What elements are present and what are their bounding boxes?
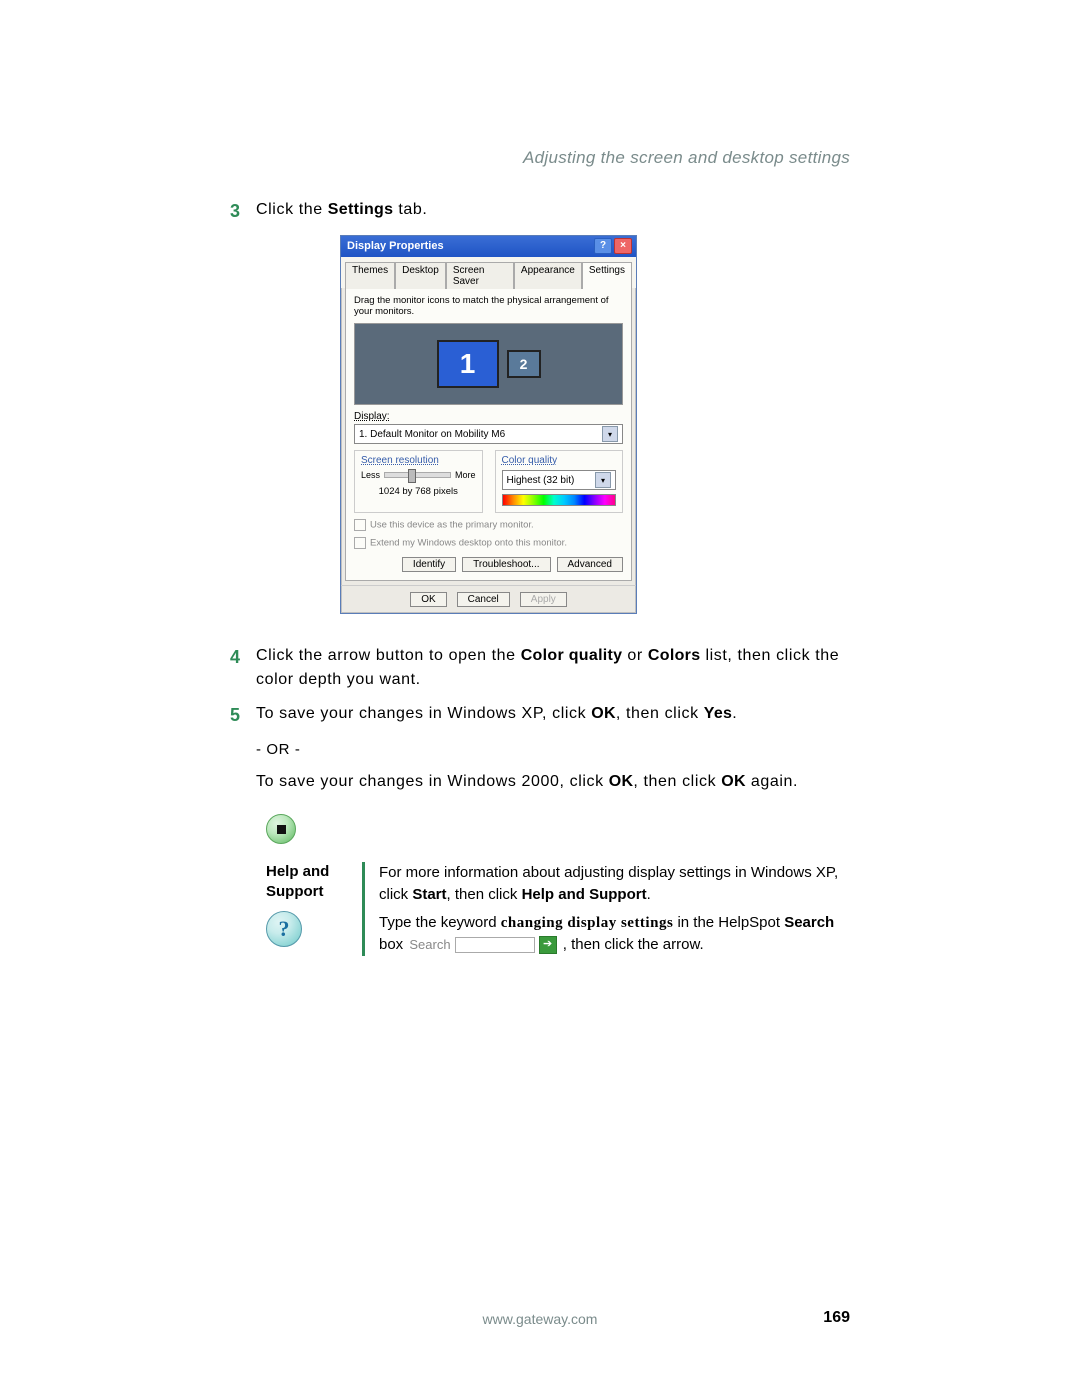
tab-appearance[interactable]: Appearance — [514, 262, 582, 289]
display-label: Display: — [354, 411, 623, 422]
end-of-procedure-marker — [266, 814, 850, 844]
tab-screen-saver[interactable]: Screen Saver — [446, 262, 514, 289]
bold-ok: OK — [609, 773, 634, 790]
cancel-button[interactable]: Cancel — [457, 592, 510, 607]
or-divider: - OR - — [256, 741, 850, 758]
step-3: 3 Click the Settings tab. — [230, 198, 850, 225]
checkbox-label: Extend my Windows desktop onto this moni… — [370, 538, 567, 549]
step-number: 5 — [230, 702, 256, 729]
help-and-support-box: Help and Support ? For more information … — [266, 862, 850, 956]
checkbox-label: Use this device as the primary monitor. — [370, 520, 534, 531]
bold-settings: Settings — [328, 201, 394, 218]
step-number: 4 — [230, 644, 256, 671]
text: Click the arrow button to open the — [256, 647, 521, 664]
step-text: To save your changes in Windows XP, clic… — [256, 702, 850, 726]
resolution-value: 1024 by 768 pixels — [361, 486, 476, 497]
bold-help-and-support: Help and Support — [522, 886, 647, 903]
text: again. — [746, 773, 798, 790]
text: . — [732, 705, 737, 722]
dialog-title: Display Properties — [347, 240, 444, 252]
keyword-changing-display-settings: changing display settings — [501, 915, 674, 931]
text: box — [379, 936, 407, 953]
tab-settings[interactable]: Settings — [582, 262, 632, 289]
bold-yes: Yes — [704, 705, 733, 722]
color-quality-dropdown[interactable]: Highest (32 bit) ▾ — [502, 470, 617, 490]
chevron-down-icon[interactable]: ▾ — [602, 426, 618, 442]
color-quality-value: Highest (32 bit) — [507, 475, 575, 486]
bold-ok: OK — [591, 705, 616, 722]
monitor-arrangement[interactable]: 1 2 — [354, 323, 623, 405]
page-number: 169 — [823, 1309, 850, 1327]
group-title: Color quality — [502, 455, 617, 466]
text: , then click the arrow. — [563, 936, 704, 953]
bold-color-quality: Color quality — [521, 647, 623, 664]
text: To save your changes in Windows XP, clic… — [256, 705, 591, 722]
text: To save your changes in Windows 2000, cl… — [256, 773, 609, 790]
monitor-2-icon[interactable]: 2 — [507, 350, 541, 378]
bold-ok: OK — [721, 773, 746, 790]
apply-button[interactable]: Apply — [520, 592, 567, 607]
color-spectrum-bar — [502, 494, 617, 506]
resolution-slider[interactable] — [384, 472, 451, 478]
bold-start: Start — [412, 886, 446, 903]
slider-thumb[interactable] — [408, 469, 416, 483]
question-mark-icon: ? — [266, 911, 302, 947]
primary-monitor-checkbox-row: Use this device as the primary monitor. — [354, 519, 623, 531]
text: Click the — [256, 201, 328, 218]
step-text: Click the Settings tab. — [256, 198, 850, 222]
tab-desktop[interactable]: Desktop — [395, 262, 446, 289]
step-5: 5 To save your changes in Windows XP, cl… — [230, 702, 850, 729]
help-heading-column: Help and Support ? — [266, 862, 365, 956]
display-properties-dialog: Display Properties ? × Themes Desktop Sc… — [340, 235, 637, 614]
step-4: 4 Click the arrow button to open the Col… — [230, 644, 850, 692]
monitor-1-icon[interactable]: 1 — [437, 340, 499, 388]
step-text: Click the arrow button to open the Color… — [256, 644, 850, 692]
helpspot-search-inline: Search ➔ — [409, 936, 556, 955]
less-label: Less — [361, 470, 380, 480]
display-dropdown-value: 1. Default Monitor on Mobility M6 — [359, 429, 505, 440]
text: , then click — [633, 773, 721, 790]
checkbox[interactable] — [354, 537, 366, 549]
ok-button[interactable]: OK — [410, 592, 446, 607]
group-title: Screen resolution — [361, 455, 476, 466]
close-icon[interactable]: × — [614, 238, 632, 254]
dialog-tabs: Themes Desktop Screen Saver Appearance S… — [341, 257, 636, 288]
step-5-alt: To save your changes in Windows 2000, cl… — [256, 770, 850, 794]
search-input[interactable] — [455, 937, 535, 953]
section-title: Adjusting the screen and desktop setting… — [230, 148, 850, 168]
color-quality-group: Color quality Highest (32 bit) ▾ — [495, 450, 624, 513]
screen-resolution-group: Screen resolution Less More 1024 by 768 … — [354, 450, 483, 513]
display-properties-screenshot: Display Properties ? × Themes Desktop Sc… — [340, 235, 850, 614]
help-icon[interactable]: ? — [594, 238, 612, 254]
help-content: For more information about adjusting dis… — [365, 862, 850, 956]
more-label: More — [455, 470, 476, 480]
troubleshoot-button[interactable]: Troubleshoot... — [462, 557, 550, 572]
dialog-panel-settings: Drag the monitor icons to match the phys… — [345, 288, 632, 581]
stop-icon — [266, 814, 296, 844]
footer-url: www.gateway.com — [0, 1311, 1080, 1327]
step-number: 3 — [230, 198, 256, 225]
search-label: Search — [409, 936, 450, 955]
text: or — [622, 647, 648, 664]
text: in the HelpSpot — [673, 914, 784, 931]
text: Type the keyword — [379, 914, 501, 931]
display-dropdown[interactable]: 1. Default Monitor on Mobility M6 ▾ — [354, 424, 623, 444]
search-go-arrow-icon[interactable]: ➔ — [539, 936, 557, 954]
advanced-button[interactable]: Advanced — [557, 557, 623, 572]
text: , then click — [616, 705, 704, 722]
drag-hint: Drag the monitor icons to match the phys… — [354, 295, 623, 317]
identify-button[interactable]: Identify — [402, 557, 456, 572]
text: tab. — [393, 201, 427, 218]
checkbox[interactable] — [354, 519, 366, 531]
text: , then click — [447, 886, 522, 903]
chevron-down-icon[interactable]: ▾ — [595, 472, 611, 488]
bold-search: Search — [784, 914, 834, 931]
bold-colors: Colors — [648, 647, 700, 664]
document-page: Adjusting the screen and desktop setting… — [0, 0, 1080, 1397]
help-heading: Help and Support — [266, 862, 350, 901]
text: . — [647, 886, 651, 903]
extend-desktop-checkbox-row: Extend my Windows desktop onto this moni… — [354, 537, 623, 549]
tab-themes[interactable]: Themes — [345, 262, 395, 289]
dialog-titlebar: Display Properties ? × — [341, 236, 636, 257]
